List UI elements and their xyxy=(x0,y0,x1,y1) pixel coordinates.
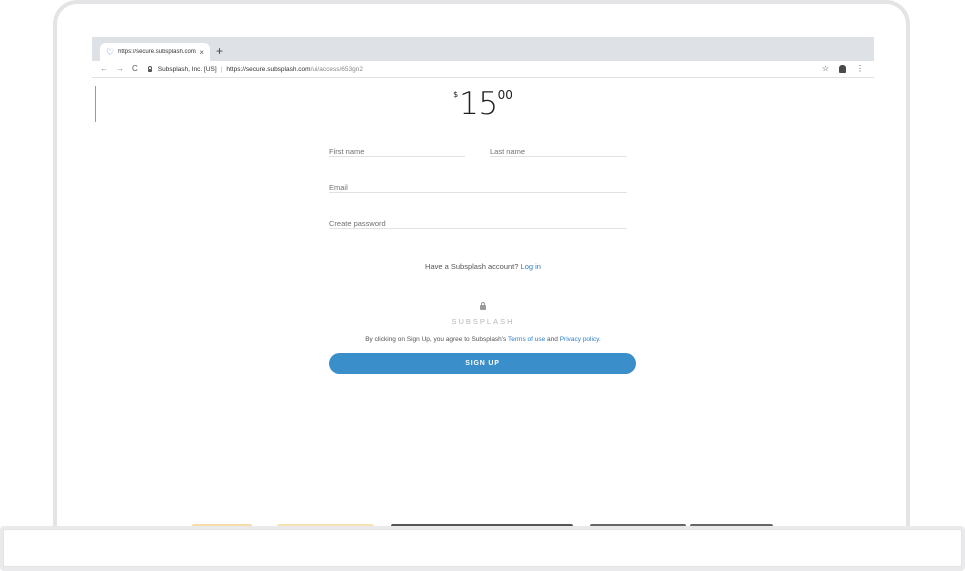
sign-up-button[interactable]: SIGN UP xyxy=(329,353,636,374)
terms-notice: By clicking on Sign Up, you agree to Sub… xyxy=(92,336,874,343)
email-field xyxy=(329,177,627,194)
terms-prefix: By clicking on Sign Up, you agree to Sub… xyxy=(365,336,507,343)
password-input[interactable] xyxy=(329,217,627,230)
new-tab-button[interactable]: + xyxy=(216,45,223,57)
password-field xyxy=(329,213,627,230)
account-prompt: Have a Subsplash account? Log in xyxy=(92,262,874,271)
first-name-field xyxy=(329,141,465,158)
padlock-icon xyxy=(480,302,486,310)
lock-icon xyxy=(147,66,153,72)
favicon-heart-icon: ♡ xyxy=(106,46,115,57)
tab-bar: ♡ https://secure.subsplash.com/ × + xyxy=(92,37,874,61)
brand-logo-text: SUBSPLASH xyxy=(451,317,515,326)
price-currency: $ xyxy=(453,90,459,99)
back-button[interactable]: ← xyxy=(100,64,108,74)
terms-of-use-link[interactable]: Terms of use xyxy=(508,336,545,343)
price-dollars: 15 xyxy=(459,86,498,122)
profile-avatar[interactable] xyxy=(839,64,846,73)
login-link[interactable]: Log in xyxy=(521,262,541,271)
last-name-input[interactable] xyxy=(490,145,627,158)
brand-mark: SUBSPLASH xyxy=(92,297,874,326)
reload-button[interactable]: C xyxy=(132,64,138,74)
url-separator: | xyxy=(220,65,223,73)
laptop-base xyxy=(0,526,965,571)
price-cents: 00 xyxy=(497,88,513,102)
toolbar-actions: ☆ ⋮ xyxy=(822,64,864,73)
tab-title: https://secure.subsplash.com/ xyxy=(118,49,197,55)
url-host: https://secure.subsplash.com xyxy=(226,65,311,73)
price-display: $1500 xyxy=(92,86,874,122)
tab-close-icon[interactable]: × xyxy=(199,48,204,57)
page-content: $1500 Have a Subsplash account? Log in S… xyxy=(92,78,874,532)
privacy-policy-link[interactable]: Privacy policy. xyxy=(560,336,601,343)
last-name-field xyxy=(490,141,627,158)
first-name-input[interactable] xyxy=(329,145,465,158)
email-input[interactable] xyxy=(329,181,627,194)
menu-kebab-icon[interactable]: ⋮ xyxy=(856,64,864,73)
laptop-base-inner xyxy=(3,529,962,567)
address-bar[interactable]: Subsplash, Inc. [US] | https://secure.su… xyxy=(147,65,363,73)
url-path: /ui/access/653gn2 xyxy=(310,65,363,73)
account-prompt-text: Have a Subsplash account? xyxy=(425,262,519,271)
site-identity: Subsplash, Inc. [US] xyxy=(157,65,217,73)
bookmark-star-icon[interactable]: ☆ xyxy=(822,64,829,73)
browser-tab[interactable]: ♡ https://secure.subsplash.com/ × xyxy=(100,43,210,61)
terms-conjunction: and xyxy=(547,336,558,343)
browser-toolbar: ← → C Subsplash, Inc. [US] | https://sec… xyxy=(92,61,874,78)
forward-button[interactable]: → xyxy=(116,64,124,74)
browser-window: ♡ https://secure.subsplash.com/ × + ← → … xyxy=(92,37,874,532)
